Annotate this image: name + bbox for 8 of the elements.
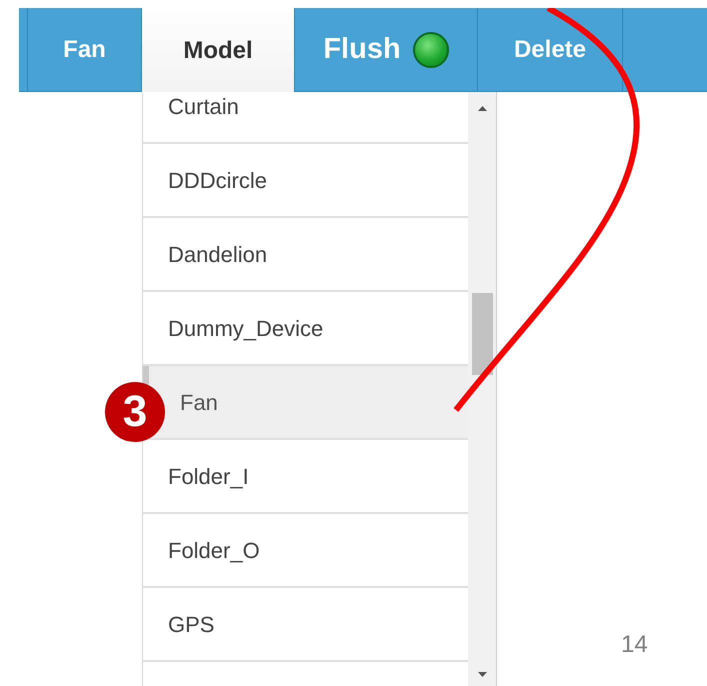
scrollbar[interactable]: [468, 92, 497, 686]
page-number: 14: [621, 630, 648, 660]
tab[interactable]: Model: [142, 8, 295, 93]
step-badge: 3: [105, 382, 165, 442]
list-item[interactable]: Curtain: [143, 92, 468, 144]
scrollbar-thumb[interactable]: [472, 293, 494, 375]
scroll-down-icon[interactable]: [478, 672, 488, 677]
scroll-up-icon[interactable]: [478, 106, 488, 111]
